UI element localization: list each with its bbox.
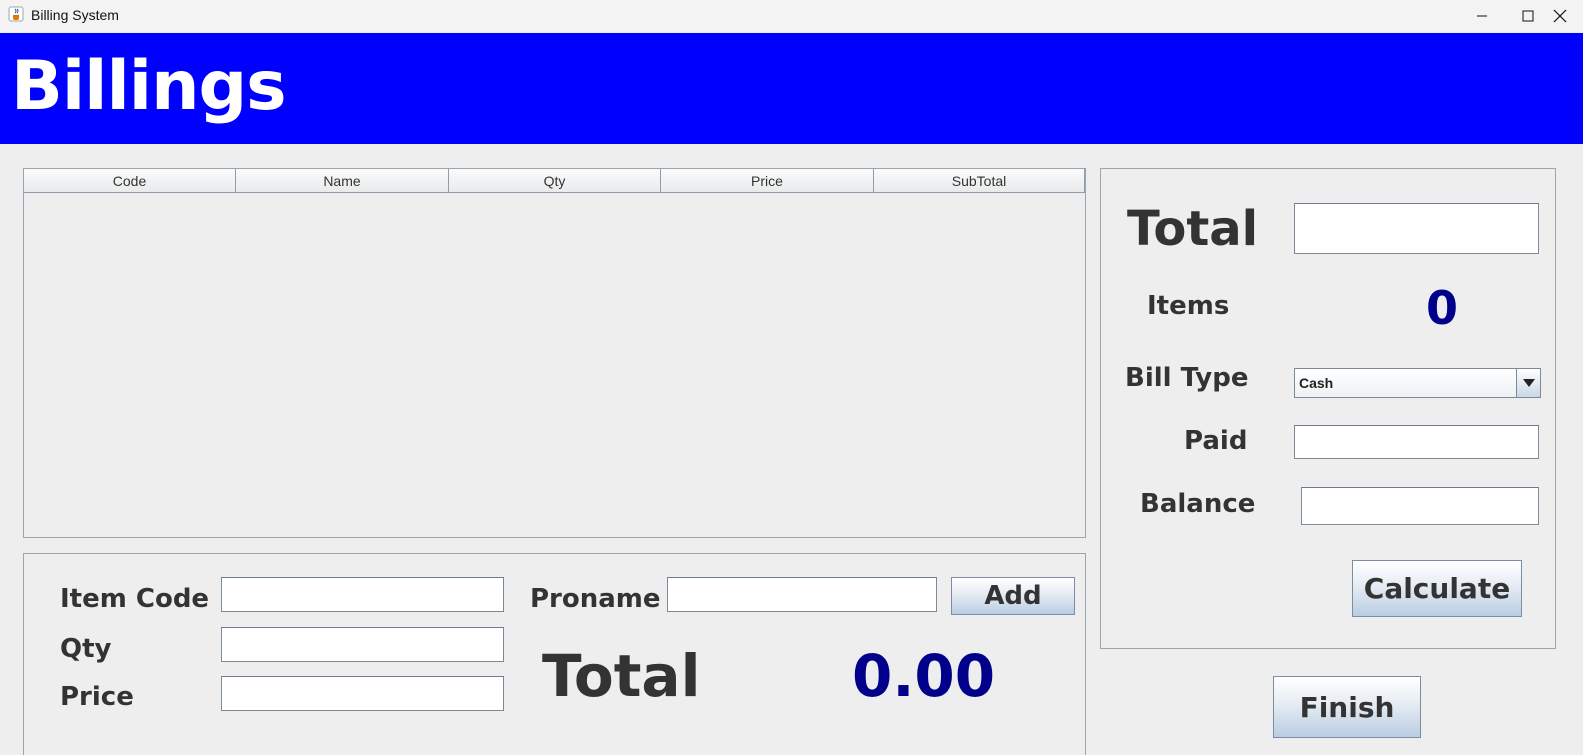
proname-label: Proname xyxy=(530,584,661,614)
item-code-label: Item Code xyxy=(60,584,210,614)
window-title: Billing System xyxy=(31,7,119,23)
app-header: Billings xyxy=(0,33,1583,144)
close-icon xyxy=(1553,9,1567,23)
entry-total-value: 0.00 xyxy=(852,642,996,710)
items-label: Items xyxy=(1147,291,1230,321)
finish-button[interactable]: Finish xyxy=(1273,676,1421,738)
minimize-icon xyxy=(1477,15,1487,17)
minimize-button[interactable] xyxy=(1459,0,1505,32)
window-titlebar: Billing System xyxy=(0,0,1583,32)
maximize-icon xyxy=(1522,10,1534,22)
column-header-code[interactable]: Code xyxy=(24,169,236,193)
add-button[interactable]: Add xyxy=(951,577,1075,615)
bill-type-selected: Cash xyxy=(1299,375,1334,391)
qty-label: Qty xyxy=(60,634,112,664)
bill-type-select[interactable]: Cash xyxy=(1294,368,1541,398)
calculate-button[interactable]: Calculate xyxy=(1352,560,1522,617)
column-header-qty[interactable]: Qty xyxy=(449,169,661,193)
items-count: 0 xyxy=(1426,281,1459,335)
table-body[interactable] xyxy=(24,193,1085,537)
entry-total-label: Total xyxy=(542,642,701,710)
price-input[interactable] xyxy=(221,676,504,711)
table-header: Code Name Qty Price SubTotal xyxy=(24,169,1085,193)
proname-input[interactable] xyxy=(667,577,937,612)
balance-label: Balance xyxy=(1140,489,1256,519)
page-title: Billings xyxy=(11,47,287,126)
column-header-name[interactable]: Name xyxy=(236,169,449,193)
paid-input[interactable] xyxy=(1294,425,1539,459)
balance-input[interactable] xyxy=(1301,487,1539,525)
dropdown-arrow[interactable] xyxy=(1516,369,1540,397)
chevron-down-icon xyxy=(1522,379,1535,387)
paid-label: Paid xyxy=(1184,426,1248,456)
price-label: Price xyxy=(60,682,134,712)
java-app-icon xyxy=(8,6,24,22)
summary-total-input[interactable] xyxy=(1294,203,1539,254)
items-table[interactable]: Code Name Qty Price SubTotal xyxy=(23,168,1086,538)
qty-input[interactable] xyxy=(221,627,504,662)
column-header-price[interactable]: Price xyxy=(661,169,874,193)
summary-total-label: Total xyxy=(1127,201,1259,257)
column-header-subtotal[interactable]: SubTotal xyxy=(874,169,1085,193)
entry-panel: Item Code Qty Price Proname Add Total 0.… xyxy=(23,553,1086,755)
bill-type-label: Bill Type xyxy=(1125,363,1249,393)
summary-panel: Total Items 0 Bill Type Cash Paid Balanc… xyxy=(1100,168,1556,649)
close-button[interactable] xyxy=(1537,0,1583,32)
item-code-input[interactable] xyxy=(221,577,504,612)
